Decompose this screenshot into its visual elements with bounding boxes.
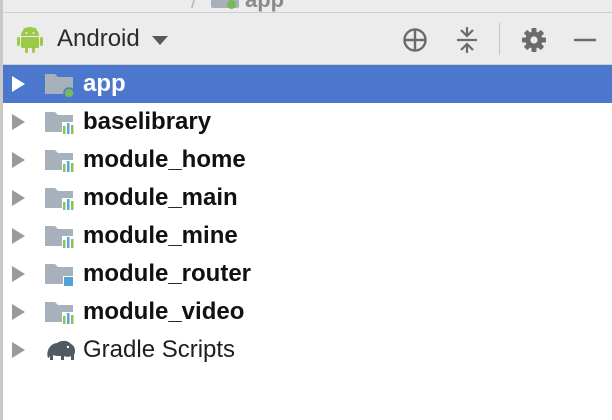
crosshair-icon [403,28,427,52]
expand-arrow-icon[interactable] [12,76,25,92]
minimize-icon [574,38,596,42]
tree-item-baselibrary[interactable]: baselibrary [3,103,612,141]
tree-item-label: module_video [83,298,245,325]
tree-item-app[interactable]: app [3,65,612,103]
tree-item-label: baselibrary [83,108,212,135]
library-module-icon [45,188,74,210]
collapse-all-button[interactable] [450,23,484,57]
tree-item-label: app [83,70,126,97]
android-icon [17,27,43,53]
tree-item-label: module_mine [83,222,238,249]
settings-button[interactable] [517,23,551,57]
expand-arrow-icon[interactable] [12,266,25,282]
app-module-icon [45,74,75,98]
project-view-label: Android [57,25,140,52]
expand-arrow-icon[interactable] [12,114,25,130]
project-tool-window: / app Android [0,0,612,420]
select-opened-file-button[interactable] [398,23,432,57]
project-tree: app baselibrary module_home module_main … [3,65,612,369]
breadcrumb-separator: / [191,0,198,13]
java-module-icon [45,264,74,286]
expand-arrow-icon[interactable] [12,228,25,244]
navigation-bar: / app [3,0,612,13]
expand-arrow-icon[interactable] [12,342,25,358]
tree-item-module-home[interactable]: module_home [3,141,612,179]
tree-item-label: module_home [83,146,246,173]
project-view-selector[interactable]: Android [17,23,168,55]
tree-item-module-mine[interactable]: module_mine [3,217,612,255]
toolbar-divider [499,23,500,55]
library-module-icon [45,302,74,324]
tree-item-module-router[interactable]: module_router [3,255,612,293]
tree-item-gradle-scripts[interactable]: Gradle Scripts [3,331,612,369]
tree-item-label: Gradle Scripts [83,336,236,363]
tree-item-label: module_router [83,260,252,287]
gear-icon [522,28,546,52]
breadcrumb-module-dot-icon [227,0,236,9]
tree-item-module-video[interactable]: module_video [3,293,612,331]
tree-item-label: module_main [83,184,238,211]
expand-arrow-icon[interactable] [12,190,25,206]
breadcrumb-current[interactable]: app [245,0,284,12]
project-toolbar: Android [3,13,612,65]
chevron-down-icon [151,36,168,45]
library-module-icon [45,112,74,134]
collapse-all-icon [457,27,477,53]
library-module-icon [45,226,74,248]
hide-panel-button[interactable] [568,23,602,57]
expand-arrow-icon[interactable] [12,304,25,320]
tree-item-module-main[interactable]: module_main [3,179,612,217]
expand-arrow-icon[interactable] [12,152,25,168]
library-module-icon [45,150,74,172]
gradle-elephant-icon [47,340,75,360]
